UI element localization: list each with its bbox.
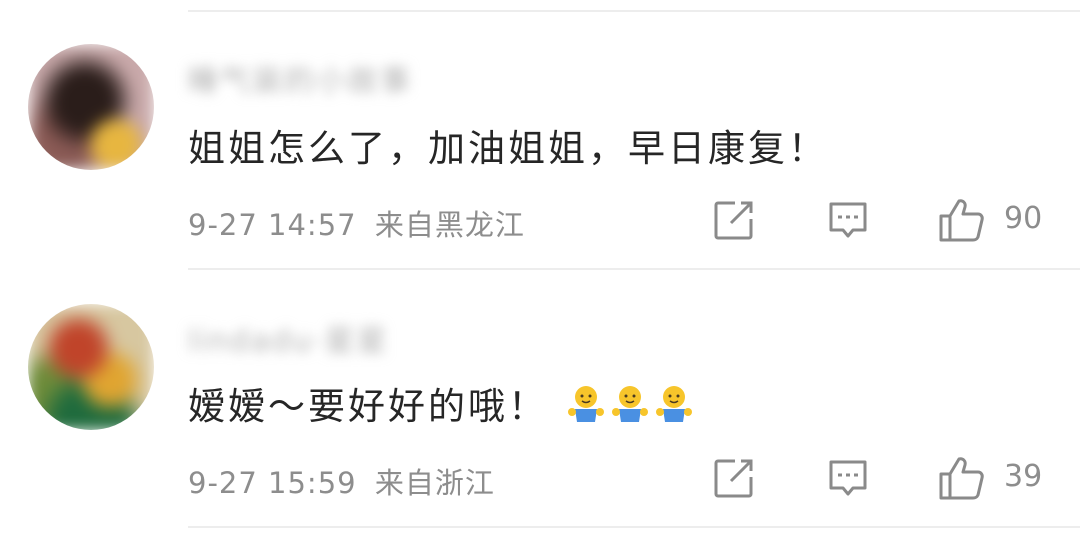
comment-item: lindadu·星星 嫒嫒～要好好的哦！ 9-27 15:59 来自浙江 39 <box>0 258 1080 518</box>
avatar[interactable] <box>28 304 154 430</box>
share-icon <box>714 459 753 498</box>
comment-location: 来自黑龙江 <box>374 208 525 242</box>
comment-icon <box>829 202 867 238</box>
comment-icon <box>829 460 867 496</box>
comment-time: 9-27 14:57 <box>188 208 357 242</box>
comment-text-body: 嫒嫒～要好好的哦！ <box>188 385 548 428</box>
like-count: 90 <box>1004 201 1043 236</box>
share-icon <box>714 201 753 240</box>
comment-text-body: 姐姐怎么了，加油姐姐，早日康复！ <box>188 127 828 170</box>
bottom-divider <box>188 526 1080 528</box>
hug-emoji-icon <box>568 386 604 422</box>
like-button[interactable] <box>937 196 987 244</box>
like-button[interactable] <box>937 454 987 502</box>
thumbs-up-icon <box>939 199 984 242</box>
reply-button[interactable] <box>826 456 870 500</box>
comment-meta: 9-27 15:59 来自浙江 <box>188 460 495 502</box>
hug-emoji-icon <box>656 386 692 422</box>
avatar[interactable] <box>28 44 154 170</box>
reply-button[interactable] <box>826 198 870 242</box>
like-count: 39 <box>1004 459 1043 494</box>
username[interactable]: 睡气装的小故事 <box>188 56 412 100</box>
share-button[interactable] <box>712 198 756 242</box>
thumbs-up-icon <box>939 457 984 500</box>
comment-item: 睡气装的小故事 姐姐怎么了，加油姐姐，早日康复！ 9-27 14:57 来自黑龙… <box>0 0 1080 260</box>
username[interactable]: lindadu·星星 <box>188 316 389 360</box>
comment-location: 来自浙江 <box>374 466 495 500</box>
hug-emoji-icon <box>612 386 648 422</box>
comment-time: 9-27 15:59 <box>188 466 357 500</box>
share-button[interactable] <box>712 456 756 500</box>
comment-text: 姐姐怎么了，加油姐姐，早日康复！ <box>188 118 828 172</box>
comment-text: 嫒嫒～要好好的哦！ <box>188 376 694 430</box>
comment-meta: 9-27 14:57 来自黑龙江 <box>188 202 525 244</box>
